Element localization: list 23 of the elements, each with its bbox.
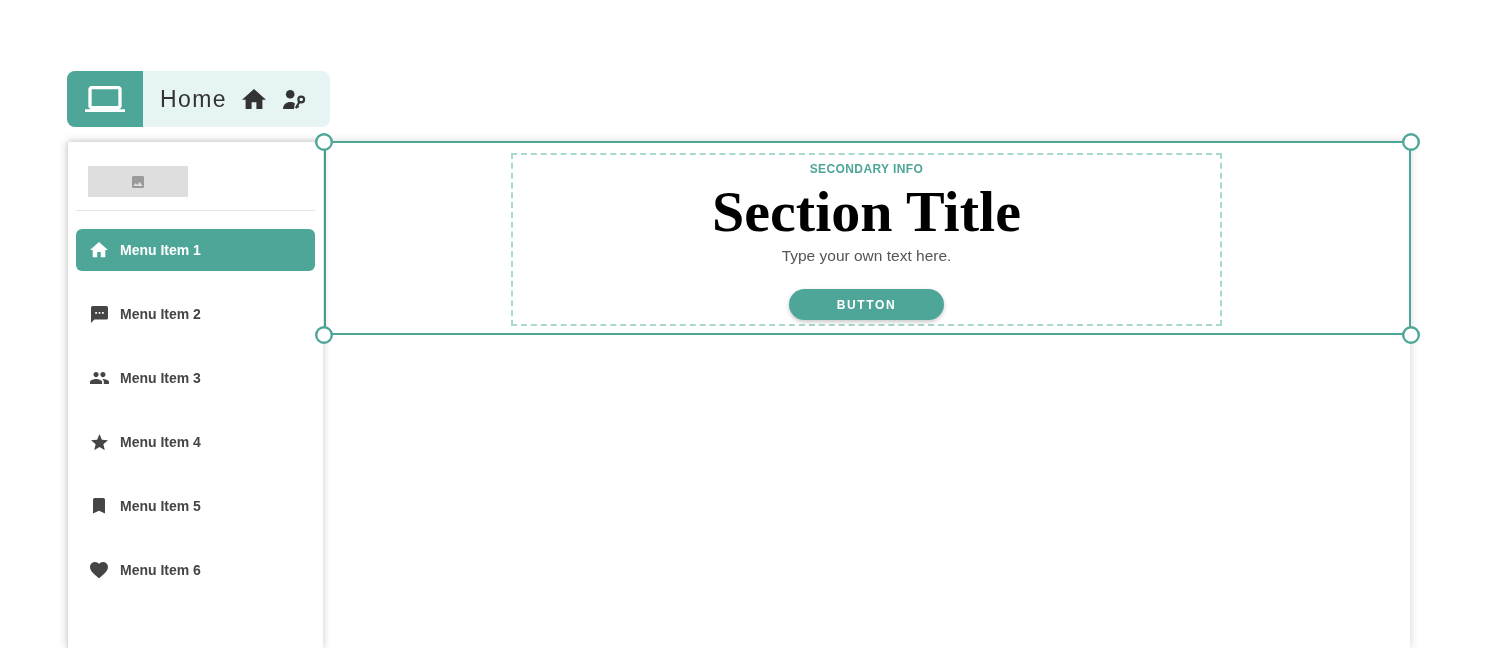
resize-handle-icon[interactable] (1402, 133, 1420, 151)
section-eyebrow: SECONDARY INFO (809, 162, 924, 177)
user-key-icon[interactable] (282, 88, 306, 110)
heart-icon (90, 561, 108, 579)
sidebar-menu-item[interactable]: Menu Item 2 (76, 293, 315, 335)
resize-handle-icon[interactable] (315, 133, 333, 151)
chat-bubble-icon (90, 305, 108, 323)
laptop-icon[interactable] (67, 71, 143, 127)
resize-handle-icon[interactable] (315, 326, 333, 344)
home-icon (90, 242, 108, 258)
sidebar-menu-item[interactable]: Menu Item 3 (76, 357, 315, 399)
resize-handle-icon[interactable] (1402, 326, 1420, 344)
sidebar-menu-item[interactable]: Menu Item 6 (76, 549, 315, 591)
people-icon (89, 371, 109, 385)
sidebar-menu-item[interactable]: Menu Item 5 (76, 485, 315, 527)
star-icon (90, 433, 108, 451)
page-title: Home (160, 85, 227, 113)
sidebar-menu-item[interactable]: Menu Item 4 (76, 421, 315, 463)
section-title: Section Title (712, 183, 1021, 241)
image-icon (132, 175, 144, 188)
home-icon[interactable] (241, 88, 266, 110)
bookmark-icon (93, 498, 105, 514)
section-text: Type your own text here. (781, 246, 952, 266)
